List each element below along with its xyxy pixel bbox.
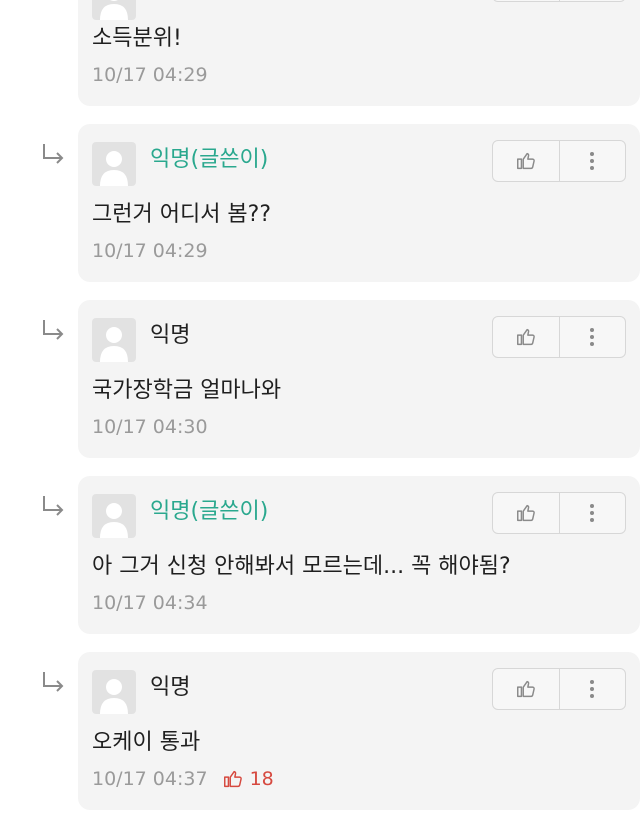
more-button[interactable] xyxy=(558,317,626,357)
thumbs-up-icon xyxy=(516,328,535,346)
author-name: 익명 xyxy=(150,323,191,348)
more-vertical-icon xyxy=(590,680,595,698)
like-button[interactable] xyxy=(493,493,559,533)
avatar xyxy=(92,318,136,362)
more-vertical-icon xyxy=(590,504,595,522)
comment-actions xyxy=(492,140,626,182)
author-name: 익명(글쓴이) xyxy=(150,147,269,172)
thumbs-up-icon xyxy=(516,680,535,698)
author-name: 익명(글쓴이) xyxy=(150,499,269,524)
reply-arrow-icon xyxy=(43,320,64,340)
comment-actions xyxy=(492,668,626,710)
reply-arrow-icon xyxy=(43,144,64,164)
author-name: 익명 xyxy=(150,675,191,700)
comment-text: 소득분위! xyxy=(92,26,182,51)
like-button[interactable] xyxy=(493,141,559,181)
avatar xyxy=(92,142,136,186)
thumbs-up-icon xyxy=(516,152,535,170)
comment-card: 익명(글쓴이) 아 그거 신청 안해봐서 모르는데... 꼭 해야됨? 10/1… xyxy=(78,476,640,634)
more-button[interactable] xyxy=(558,669,626,709)
more-button[interactable] xyxy=(558,0,626,1)
thumbs-up-icon xyxy=(223,770,242,788)
like-button[interactable] xyxy=(493,669,559,709)
comment-text: 국가장학금 얼마나와 xyxy=(92,378,282,403)
comment-meta: 10/17 04:37 18 xyxy=(92,768,274,790)
avatar xyxy=(92,494,136,538)
like-button[interactable] xyxy=(493,317,559,357)
avatar xyxy=(92,0,136,20)
comment-timestamp: 10/17 04:29 xyxy=(92,240,208,262)
comment-timestamp: 10/17 04:37 xyxy=(92,768,208,790)
comment-card: 익명 국가장학금 얼마나와 10/17 04:30 xyxy=(78,300,640,458)
comment-actions xyxy=(492,316,626,358)
reply-arrow-icon xyxy=(43,672,64,692)
more-vertical-icon xyxy=(590,328,595,346)
comment-card: 소득분위! 10/17 04:29 xyxy=(78,0,640,106)
comment-text: 그런거 어디서 봄?? xyxy=(92,202,272,227)
thumbs-up-icon xyxy=(516,504,535,522)
comment-card: 익명 오케이 통과 10/17 04:37 18 xyxy=(78,652,640,810)
comment-timestamp: 10/17 04:30 xyxy=(92,416,208,438)
more-button[interactable] xyxy=(558,493,626,533)
comment-timestamp: 10/17 04:29 xyxy=(92,64,208,86)
more-vertical-icon xyxy=(590,152,595,170)
like-button[interactable] xyxy=(493,0,559,1)
comment-card: 익명(글쓴이) 그런거 어디서 봄?? 10/17 04:29 xyxy=(78,124,640,282)
like-count: 18 xyxy=(249,768,274,790)
comment-text: 오케이 통과 xyxy=(92,730,201,755)
comment-timestamp: 10/17 04:34 xyxy=(92,592,208,614)
comment-text: 아 그거 신청 안해봐서 모르는데... 꼭 해야됨? xyxy=(92,554,511,579)
comment-actions xyxy=(492,492,626,534)
comment-actions xyxy=(492,0,626,2)
reply-arrow-icon xyxy=(43,496,64,516)
more-button[interactable] xyxy=(558,141,626,181)
avatar xyxy=(92,670,136,714)
